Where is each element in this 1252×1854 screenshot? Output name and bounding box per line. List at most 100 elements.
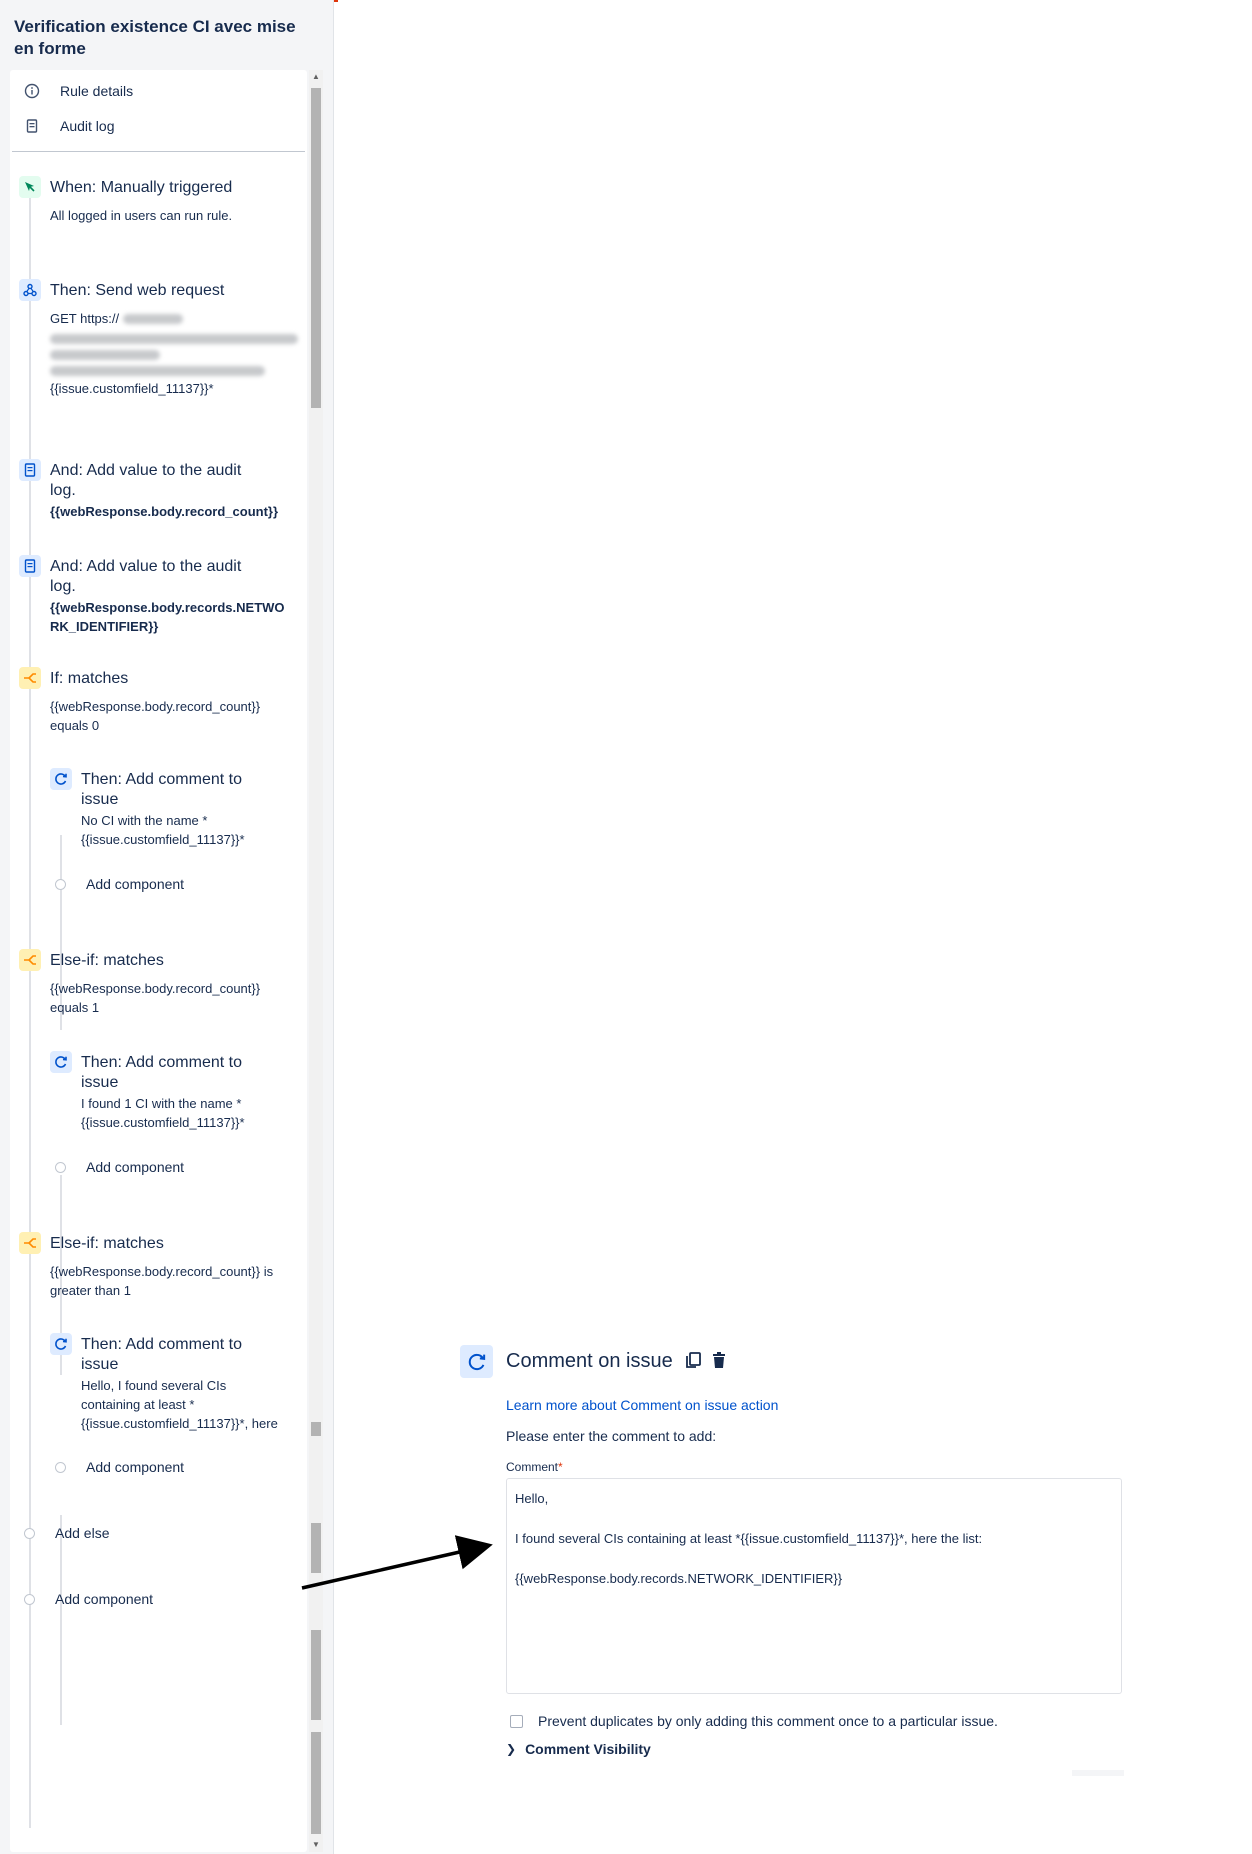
add-component-branch-1[interactable]: Add component (55, 876, 184, 892)
elseif1-cond-1: {{webResponse.body.record_count}} (50, 981, 261, 996)
document-icon (26, 119, 38, 133)
comment-refresh-icon (50, 1333, 72, 1355)
comment1-title-2: issue (81, 791, 119, 808)
comment-refresh-icon (50, 1051, 72, 1073)
component-send-web-request[interactable]: Then: Send web request GET https:// {{is… (19, 279, 299, 404)
comment3-title-1: Then: Add comment to (81, 1336, 242, 1353)
prevent-duplicates-checkbox[interactable]: Prevent duplicates by only adding this c… (510, 1713, 998, 1729)
component-audit-log-2[interactable]: And: Add value to the audit log. {{webRe… (19, 555, 299, 635)
blurred-url (50, 334, 298, 344)
add-dot-icon (24, 1593, 35, 1605)
elseif2-title: Else-if: matches (50, 1235, 164, 1252)
audit2-value-1: {{webResponse.body.records.NETWO (50, 600, 285, 615)
elseif2-cond-1: {{webResponse.body.record_count}} is (50, 1264, 274, 1279)
comment1-title-1: Then: Add comment to (81, 771, 242, 788)
rule-components-panel: Rule details Audit log When: Manually tr… (10, 70, 307, 1852)
add-component-label: Add component (86, 1459, 185, 1475)
add-component-branch-2[interactable]: Add component (55, 1159, 184, 1175)
component-else-if-1[interactable]: Else-if: matches {{webResponse.body.reco… (19, 949, 299, 1015)
add-else-label: Add else (55, 1525, 110, 1541)
audit2-title-2: log. (50, 578, 76, 595)
comment2-title-2: issue (81, 1074, 119, 1091)
if1-cond-2: equals 0 (50, 718, 100, 733)
nav-divider (12, 151, 305, 152)
audit1-title-2: log. (50, 482, 76, 499)
audit2-value-2: RK_IDENTIFIER}} (50, 619, 159, 634)
trigger-title: When: Manually triggered (50, 179, 233, 196)
audit1-title-1: And: Add value to the audit (50, 462, 242, 479)
elseif2-cond-2: greater than 1 (50, 1283, 131, 1298)
comment-visibility-toggle[interactable]: ❯ Comment Visibility (506, 1741, 651, 1757)
if1-cond-1: {{webResponse.body.record_count}} (50, 699, 261, 714)
add-dot-icon (55, 878, 66, 890)
web-request-field: {{issue.customfield_11137}}* (50, 381, 214, 396)
learn-more-link[interactable]: Learn more about Comment on issue action (506, 1397, 778, 1413)
prevent-duplicates-label: Prevent duplicates by only adding this c… (538, 1713, 998, 1729)
elseif1-title: Else-if: matches (50, 952, 164, 969)
comment3-title-2: issue (81, 1356, 119, 1373)
branch-icon (19, 667, 41, 689)
component-add-comment-2[interactable]: Then: Add comment to issue I found 1 CI … (50, 1051, 300, 1131)
component-audit-log-1[interactable]: And: Add value to the audit log. {{webRe… (19, 459, 299, 529)
comment2-desc-2: {{issue.customfield_11137}}* (81, 1115, 245, 1130)
scroll-up-arrow[interactable]: ▲ (309, 70, 323, 84)
panel-description: Please enter the comment to add: (506, 1428, 717, 1444)
copy-icon[interactable] (684, 1351, 702, 1369)
elseif1-cond-2: equals 1 (50, 1000, 100, 1015)
scroll-thumb-segment (311, 1422, 321, 1436)
comment2-title-1: Then: Add comment to (81, 1054, 242, 1071)
cursor-icon (19, 176, 41, 198)
add-component-main[interactable]: Add component (24, 1591, 153, 1607)
branch-icon (19, 949, 41, 971)
comment3-desc-3: {{issue.customfield_11137}}*, here (81, 1416, 278, 1431)
scroll-thumb-segment (311, 1732, 321, 1834)
required-mark: * (558, 1460, 563, 1474)
comment-on-issue-panel: Comment on issue Learn more about Commen… (460, 1345, 1160, 1785)
add-component-label: Add component (55, 1591, 154, 1607)
scroll-down-arrow[interactable]: ▼ (309, 1838, 323, 1852)
scroll-thumb-segment (311, 1523, 321, 1573)
rule-sidebar: Verification existence CI avec mise en f… (0, 0, 334, 1854)
audit1-value: {{webResponse.body.record_count}} (50, 504, 279, 519)
comment-label: Comment* (506, 1460, 563, 1474)
component-else-if-2[interactable]: Else-if: matches {{webResponse.body.reco… (19, 1232, 299, 1298)
add-dot-icon (55, 1161, 66, 1173)
comment-textarea[interactable]: Hello, I found several CIs containing at… (506, 1478, 1122, 1694)
web-request-method: GET https:// (50, 311, 120, 326)
sidebar-scrollbar[interactable]: ▲ ▼ (309, 70, 323, 1852)
component-add-comment-1[interactable]: Then: Add comment to issue No CI with th… (50, 768, 300, 848)
checkbox-box[interactable] (510, 1714, 523, 1728)
comment3-desc-1: Hello, I found several CIs (81, 1378, 227, 1393)
audit-log-link[interactable]: Audit log (24, 118, 114, 134)
document-icon (19, 459, 41, 481)
scroll-thumb[interactable] (311, 88, 321, 408)
trash-icon[interactable] (710, 1351, 728, 1369)
panel-title: Comment on issue (506, 1350, 673, 1372)
add-dot-icon (24, 1527, 35, 1539)
comment1-desc-1: No CI with the name * (81, 813, 208, 828)
component-manual-trigger[interactable]: When: Manually triggered All logged in u… (19, 176, 299, 236)
document-icon (19, 555, 41, 577)
component-if-matches[interactable]: If: matches {{webResponse.body.record_co… (19, 667, 299, 733)
web-request-title: Then: Send web request (50, 282, 225, 299)
branch-timeline-3 (60, 1515, 62, 1725)
add-dot-icon (55, 1461, 66, 1473)
component-add-comment-3[interactable]: Then: Add comment to issue Hello, I foun… (50, 1333, 300, 1433)
rule-details-label: Rule details (60, 83, 134, 99)
chevron-right-icon: ❯ (506, 1742, 517, 1756)
comment-label-text: Comment (506, 1460, 559, 1474)
add-else-button[interactable]: Add else (24, 1525, 109, 1541)
web-request-details: GET https:// {{issue.customfield_11137}}… (50, 309, 300, 398)
info-icon (24, 83, 40, 99)
comment2-desc-1: I found 1 CI with the name * (81, 1096, 242, 1111)
audit2-title-1: And: Add value to the audit (50, 558, 242, 575)
add-component-label: Add component (86, 1159, 185, 1175)
main-timeline (29, 198, 31, 1828)
webhook-icon (19, 279, 41, 301)
rule-details-link[interactable]: Rule details (24, 83, 133, 99)
add-component-branch-3[interactable]: Add component (55, 1459, 184, 1475)
rule-title: Verification existence CI avec mise en f… (14, 17, 296, 58)
blurred-url (50, 350, 160, 360)
comment1-desc-2: {{issue.customfield_11137}}* (81, 832, 245, 847)
blurred-url (123, 313, 184, 324)
